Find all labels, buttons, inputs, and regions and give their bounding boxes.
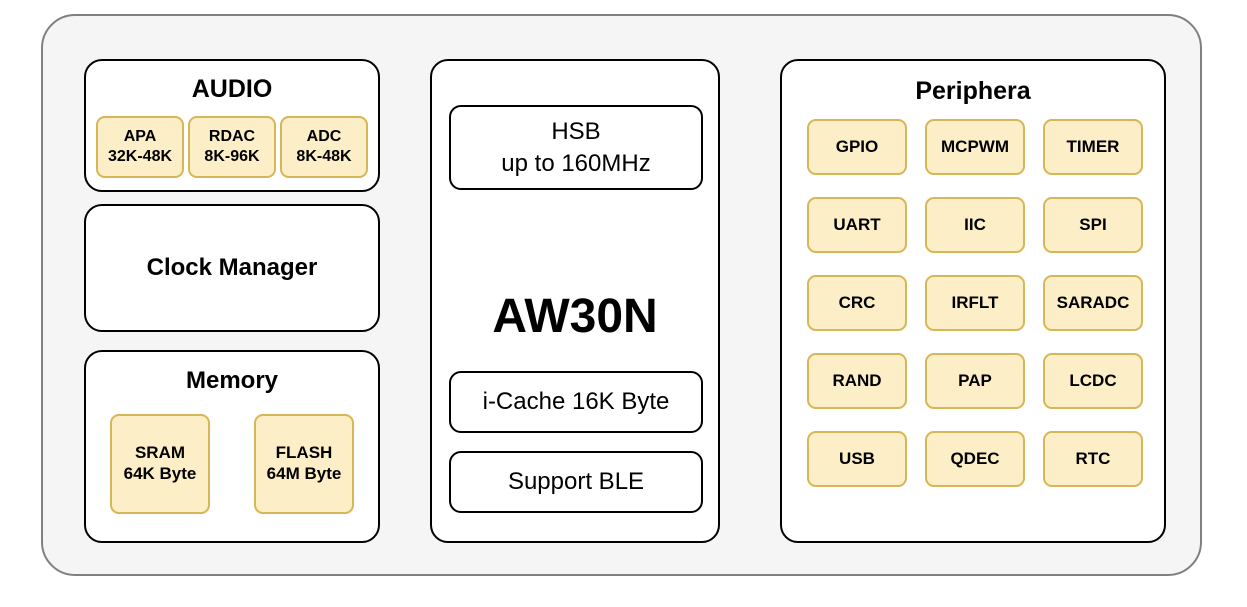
memory-block-sram-spec: 64K Byte	[123, 464, 197, 483]
audio-block-rdac-name: RDAC	[208, 128, 256, 146]
memory-block-flash-name: FLASH	[275, 443, 333, 463]
peripheral-block-qdec[interactable]: QDEC	[925, 431, 1025, 487]
peripheral-block-usb[interactable]: USB	[807, 431, 907, 487]
peripheral-block-pap[interactable]: PAP	[925, 353, 1025, 409]
peripheral-block-mcpwm[interactable]: MCPWM	[925, 119, 1025, 175]
peripheral-block-iic[interactable]: IIC	[925, 197, 1025, 253]
peripheral-block-gpio[interactable]: GPIO	[807, 119, 907, 175]
peripheral-block-timer-label: TIMER	[1066, 136, 1120, 156]
peripheral-grid: GPIO MCPWM TIMER UART IIC SPI CRC IRFLT …	[807, 119, 1143, 487]
peripheral-block-crc-label: CRC	[838, 292, 876, 312]
peripheral-block-iic-label: IIC	[964, 214, 986, 234]
core-name-label: AW30N	[492, 290, 658, 343]
clock-manager-label: Clock Manager	[146, 254, 318, 281]
peripheral-block-irflt-label: IRFLT	[951, 292, 999, 312]
audio-block-adc[interactable]: ADC 8K-48K	[280, 116, 368, 178]
core-group: HSB up to 160MHz AW30N i-Cache 16K Byte …	[430, 59, 720, 543]
peripheral-block-rtc-label: RTC	[1075, 448, 1111, 468]
peripheral-block-uart-label: UART	[833, 214, 881, 234]
peripheral-block-pap-label: PAP	[958, 370, 992, 390]
memory-group: Memory SRAM 64K Byte FLASH 64M Byte	[84, 350, 380, 543]
peripheral-block-spi[interactable]: SPI	[1043, 197, 1143, 253]
ble-block[interactable]: Support BLE	[449, 451, 703, 513]
hsb-block[interactable]: HSB up to 160MHz	[449, 105, 703, 190]
audio-block-apa[interactable]: APA 32K-48K	[96, 116, 184, 178]
chip-container: AUDIO APA 32K-48K RDAC 8K-96K ADC 8K-48K…	[41, 14, 1202, 576]
peripheral-block-irflt[interactable]: IRFLT	[925, 275, 1025, 331]
peripheral-group: Periphera GPIO MCPWM TIMER UART IIC SPI …	[780, 59, 1166, 543]
memory-block-flash-spec: 64M Byte	[266, 464, 342, 483]
hsb-block-line2: up to 160MHz	[501, 149, 651, 177]
peripheral-block-saradc[interactable]: SARADC	[1043, 275, 1143, 331]
audio-block-rdac-spec: 8K-96K	[204, 148, 260, 165]
hsb-block-line1: HSB	[551, 118, 601, 146]
peripheral-block-lcdc-label: LCDC	[1069, 370, 1117, 390]
peripheral-block-rand-label: RAND	[832, 370, 882, 390]
peripheral-block-spi-label: SPI	[1079, 214, 1107, 234]
icache-block[interactable]: i-Cache 16K Byte	[449, 371, 703, 433]
peripheral-block-lcdc[interactable]: LCDC	[1043, 353, 1143, 409]
peripheral-block-saradc-label: SARADC	[1056, 292, 1130, 312]
peripheral-block-crc[interactable]: CRC	[807, 275, 907, 331]
peripheral-block-uart[interactable]: UART	[807, 197, 907, 253]
audio-block-rdac[interactable]: RDAC 8K-96K	[188, 116, 276, 178]
peripheral-block-timer[interactable]: TIMER	[1043, 119, 1143, 175]
memory-block-sram-name: SRAM	[134, 443, 186, 463]
clock-manager-group: Clock Manager	[84, 204, 380, 332]
peripheral-block-qdec-label: QDEC	[950, 448, 1000, 468]
audio-block-apa-name: APA	[123, 128, 157, 146]
peripheral-block-usb-label: USB	[839, 448, 875, 468]
audio-block-adc-spec: 8K-48K	[296, 148, 352, 165]
audio-block-adc-name: ADC	[306, 128, 342, 146]
memory-group-title: Memory	[185, 367, 279, 394]
peripheral-block-gpio-label: GPIO	[835, 136, 879, 156]
audio-group-title: AUDIO	[191, 75, 273, 103]
peripheral-block-rand[interactable]: RAND	[807, 353, 907, 409]
memory-block-flash[interactable]: FLASH 64M Byte	[254, 414, 354, 514]
ble-block-label: Support BLE	[507, 468, 645, 496]
peripheral-block-rtc[interactable]: RTC	[1043, 431, 1143, 487]
peripheral-group-title: Periphera	[915, 77, 1031, 105]
audio-group: AUDIO APA 32K-48K RDAC 8K-96K ADC 8K-48K	[84, 59, 380, 192]
peripheral-block-mcpwm-label: MCPWM	[941, 136, 1009, 156]
icache-block-label: i-Cache 16K Byte	[482, 388, 670, 416]
audio-block-apa-spec: 32K-48K	[107, 148, 173, 165]
memory-block-sram[interactable]: SRAM 64K Byte	[110, 414, 210, 514]
